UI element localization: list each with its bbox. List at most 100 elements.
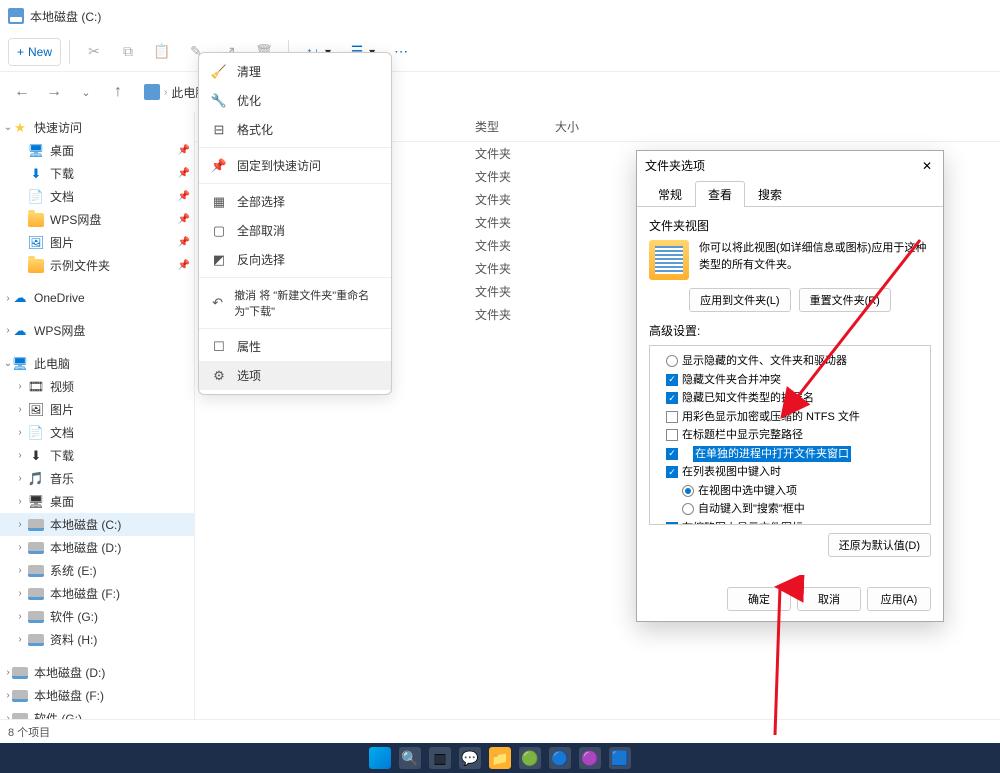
task-icon[interactable]: 🟦 [609,747,631,769]
invert-icon: ◩ [211,252,227,268]
ctx-label: 固定到快速访问 [237,157,321,174]
sidebar-sample[interactable]: 示例文件夹📌 [0,254,194,277]
adv-option[interactable]: 用彩色显示加密或压缩的 NTFS 文件 [654,408,926,427]
ctx-undo[interactable]: ↶撤消 将 "新建文件夹"重命名为"下载" [199,281,391,325]
sidebar-drive-d2[interactable]: ›本地磁盘 (D:) [0,661,194,684]
documents-icon: 📄 [28,189,44,205]
sidebar-music[interactable]: ›🎵音乐 [0,467,194,490]
checkbox[interactable] [666,429,678,441]
sidebar-item-label: 下载 [50,447,74,464]
restore-defaults-button[interactable]: 还原为默认值(D) [828,533,931,557]
sidebar-videos[interactable]: ›🎞视频 [0,375,194,398]
sidebar-drive-d[interactable]: ›本地磁盘 (D:) [0,536,194,559]
drive-icon [28,517,44,533]
apply-to-folders-button[interactable]: 应用到文件夹(L) [689,288,790,312]
sidebar-downloads[interactable]: ⬇下载📌 [0,162,194,185]
ctx-invert[interactable]: ◩反向选择 [199,245,391,274]
sidebar-item-label: 桌面 [50,142,74,159]
sidebar-documents[interactable]: 📄文档📌 [0,185,194,208]
preview-text: 你可以将此视图(如详细信息或图标)应用于这种类型的所有文件夹。 [699,240,931,273]
ctx-options[interactable]: ⚙选项 [199,361,391,390]
ctx-cleanup[interactable]: 🧹清理 [199,57,391,86]
radio[interactable] [682,503,694,515]
task-icon[interactable]: 💬 [459,747,481,769]
chrome-icon[interactable]: 🟢 [519,747,541,769]
checkbox[interactable]: ✓ [666,448,678,460]
reset-folders-button[interactable]: 重置文件夹(R) [799,288,891,312]
adv-option-highlighted[interactable]: 在单独的进程中打开文件夹窗口 [693,446,851,463]
sidebar-quick-access[interactable]: ⌄★快速访问 [0,116,194,139]
sidebar-drive-c[interactable]: ›本地磁盘 (C:) [0,513,194,536]
chevron-right-icon: › [2,690,14,701]
adv-option[interactable]: 在视图中选中键入项 [654,482,926,501]
task-icon[interactable]: ▥ [429,747,451,769]
cut-button[interactable]: ✂ [78,38,110,66]
back-button[interactable]: ← [8,78,36,106]
adv-option[interactable]: ✓在缩略图上显示文件图标 [654,519,926,526]
col-type[interactable]: 类型 [475,118,555,135]
ctx-properties[interactable]: ☐属性 [199,332,391,361]
adv-option[interactable]: ✓隐藏文件夹合并冲突 [654,371,926,390]
sidebar-wpsdrive[interactable]: ›☁WPS网盘 [0,319,194,342]
ok-button[interactable]: 确定 [727,587,791,611]
copy-button[interactable]: ⧉ [112,38,144,66]
recent-button[interactable]: ⌄ [72,78,100,106]
sidebar-drive-f[interactable]: ›本地磁盘 (F:) [0,582,194,605]
ctx-select-all[interactable]: ▦全部选择 [199,187,391,216]
close-button[interactable]: ✕ [919,158,935,174]
task-icon[interactable]: 🔵 [549,747,571,769]
sidebar-downloads2[interactable]: ›⬇下载 [0,444,194,467]
checkbox[interactable]: ✓ [666,392,678,404]
adv-option[interactable]: ✓隐藏已知文件类型的扩展名 [654,389,926,408]
sidebar-drive-f2[interactable]: ›本地磁盘 (F:) [0,684,194,707]
task-icon[interactable]: 🟣 [579,747,601,769]
ctx-optimize[interactable]: 🔧优化 [199,86,391,115]
task-icon[interactable]: 🔍 [399,747,421,769]
checkbox[interactable] [666,411,678,423]
dialog-titlebar: 文件夹选项 ✕ [637,151,943,180]
sidebar-documents2[interactable]: ›📄文档 [0,421,194,444]
cancel-button[interactable]: 取消 [797,587,861,611]
adv-option[interactable]: ✓在列表视图中键入时 [654,463,926,482]
ctx-pin[interactable]: 📌固定到快速访问 [199,151,391,180]
ctx-format[interactable]: ⊟格式化 [199,115,391,144]
sidebar-thispc[interactable]: ⌄🖥此电脑 [0,352,194,375]
adv-option[interactable]: 在标题栏中显示完整路径 [654,426,926,445]
start-button[interactable] [369,747,391,769]
sidebar-pictures2[interactable]: ›🖼图片 [0,398,194,421]
adv-option[interactable]: 自动键入到"搜索"框中 [654,500,926,519]
checkbox[interactable]: ✓ [666,374,678,386]
forward-button[interactable]: → [40,78,68,106]
tab-search[interactable]: 搜索 [745,181,795,207]
desktop-icon: 🖥 [28,143,44,159]
file-type: 文件夹 [475,168,555,185]
sidebar-item-label: 图片 [50,234,74,251]
sidebar-desktop[interactable]: 🖥桌面📌 [0,139,194,162]
ctx-select-none[interactable]: ▢全部取消 [199,216,391,245]
sidebar-wps[interactable]: WPS网盘📌 [0,208,194,231]
item-count: 8 个项目 [8,727,50,739]
checkbox[interactable]: ✓ [666,522,678,525]
explorer-icon[interactable]: 📁 [489,747,511,769]
checkbox[interactable]: ✓ [666,466,678,478]
radio[interactable] [666,355,678,367]
sidebar-desktop2[interactable]: ›🖥桌面 [0,490,194,513]
radio[interactable] [682,485,694,497]
select-all-icon: ▦ [211,194,227,210]
sidebar-drive-h[interactable]: ›资料 (H:) [0,628,194,651]
advanced-settings-list[interactable]: 显示隐藏的文件、文件夹和驱动器✓隐藏文件夹合并冲突✓隐藏已知文件类型的扩展名用彩… [649,345,931,525]
titlebar: 本地磁盘 (C:) [0,0,1000,32]
sidebar-pictures[interactable]: 🖼图片📌 [0,231,194,254]
sidebar-drive-e[interactable]: ›系统 (E:) [0,559,194,582]
apply-button[interactable]: 应用(A) [867,587,931,611]
paste-button[interactable]: 📋 [146,38,178,66]
adv-option[interactable]: 显示隐藏的文件、文件夹和驱动器 [654,352,926,371]
sidebar-onedrive[interactable]: ›☁OneDrive [0,287,194,309]
sidebar-drive-g2[interactable]: ›软件 (G:) [0,707,194,719]
tab-view[interactable]: 查看 [695,181,745,207]
up-button[interactable]: ↑ [104,78,132,106]
tab-general[interactable]: 常规 [645,181,695,207]
col-size[interactable]: 大小 [555,118,635,135]
new-button[interactable]: + New [8,38,61,66]
sidebar-drive-g[interactable]: ›软件 (G:) [0,605,194,628]
